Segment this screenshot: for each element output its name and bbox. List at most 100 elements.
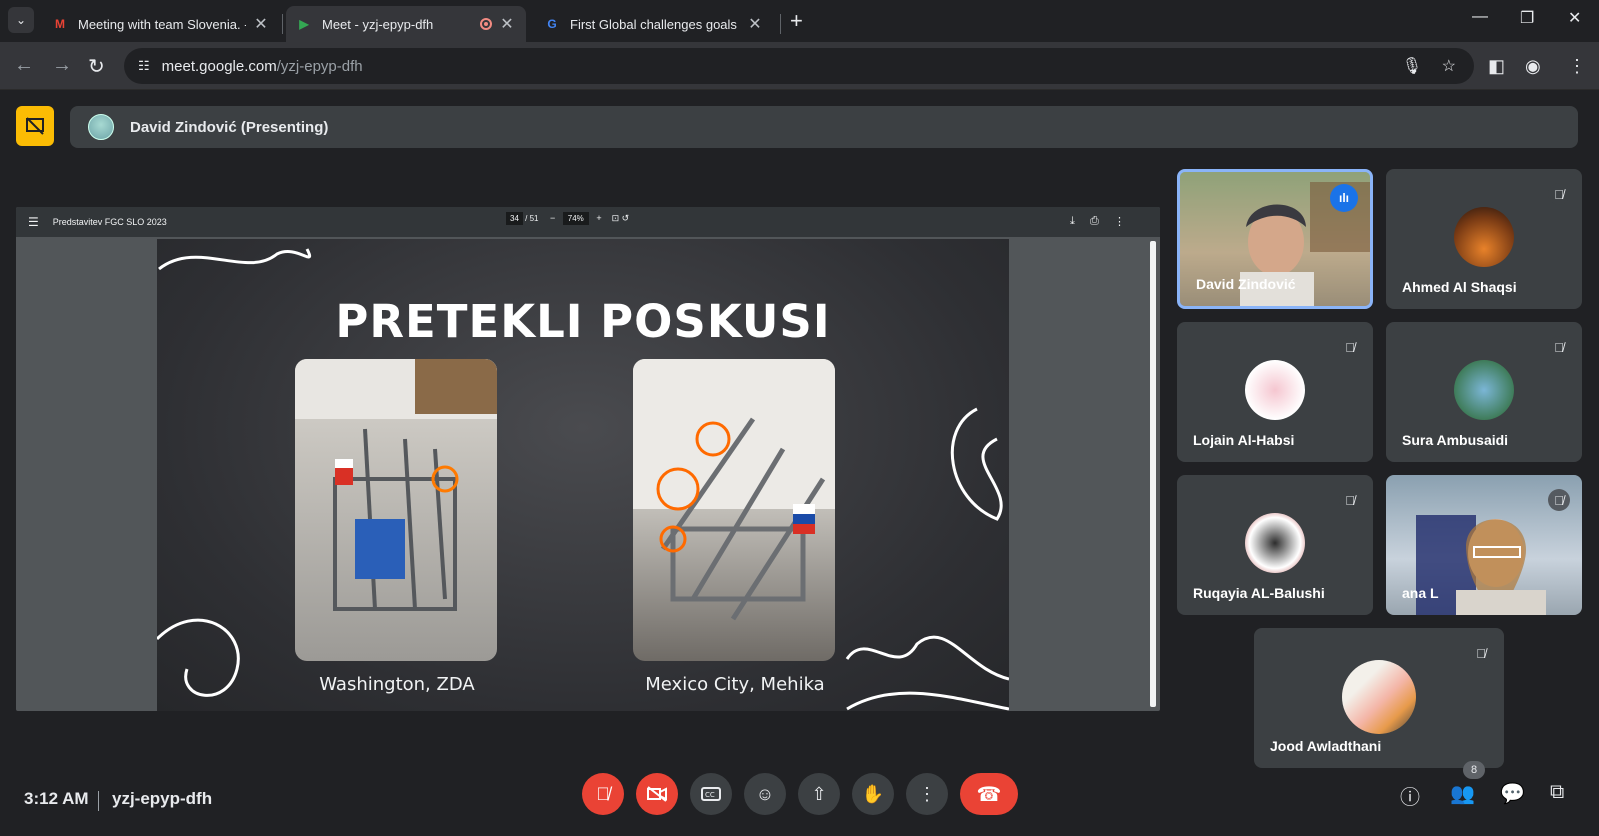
captions-button[interactable]: CC xyxy=(690,773,732,815)
pdf-doc-title: Predstavitev FGC SLO 2023 xyxy=(52,217,167,227)
minimize-icon[interactable]: — xyxy=(1472,8,1488,26)
participant-name: Lojain Al-Habsi xyxy=(1193,432,1295,448)
microphone-toggle-button[interactable]: 🎙̸ xyxy=(582,773,624,815)
meet-icon: ▶ xyxy=(299,17,309,31)
forward-icon[interactable]: → xyxy=(52,54,72,77)
browser-toolbar: ← → ↻ ☷ meet.google.com/yzj-epyp-dfh 🎙 ☆… xyxy=(0,42,1599,90)
back-icon[interactable]: ← xyxy=(14,54,34,77)
new-tab-button[interactable]: + xyxy=(790,8,803,34)
bookmark-star-icon[interactable]: ☆ xyxy=(1442,56,1456,76)
tab-divider xyxy=(282,14,283,34)
people-count-badge: 8 xyxy=(1463,761,1485,779)
rotate-icon[interactable]: ↺ xyxy=(622,213,630,223)
speaking-indicator-icon: ılı xyxy=(1330,184,1358,212)
camera-toggle-button[interactable] xyxy=(636,773,678,815)
participant-tile[interactable]: ılı David Zindović xyxy=(1177,169,1373,309)
participant-name: Jood Awladthani xyxy=(1270,738,1382,754)
chrome-menu-icon[interactable]: ⋮ xyxy=(1568,56,1586,77)
mic-off-icon: 🎙̸ xyxy=(1548,336,1570,358)
participant-avatar xyxy=(1245,360,1305,420)
divider xyxy=(98,791,99,811)
meeting-code: yzj-epyp-dfh xyxy=(112,789,213,808)
restore-icon[interactable]: ❐ xyxy=(1520,8,1534,28)
raise-hand-button[interactable]: ✋ xyxy=(852,773,894,815)
mic-off-icon: 🎙̸ xyxy=(1339,336,1361,358)
pdf-page-indicator[interactable]: 34 / 51 xyxy=(506,212,539,225)
slide: PRETEKLI POSKUSI Washington, ZDA Mexico … xyxy=(157,239,1009,711)
tab-google[interactable]: G First Global challenges goals - C ✕ xyxy=(534,6,774,42)
browser-tab-strip: ⌄ M Meeting with team Slovenia. - j ✕ ▶ … xyxy=(0,0,1599,42)
more-options-button[interactable]: ⋮ xyxy=(906,773,948,815)
mic-off-icon: 🎙̸ xyxy=(1548,183,1570,205)
participant-tile[interactable]: 🎙̸ ana L xyxy=(1386,475,1582,615)
pdf-toolbar: ☰ Predstavitev FGC SLO 2023 34 / 51 − 74… xyxy=(16,207,1160,237)
participant-avatar xyxy=(1454,207,1514,267)
end-call-button[interactable]: ☎ xyxy=(960,773,1018,815)
gmail-icon: M xyxy=(55,17,65,31)
people-icon[interactable]: 👥 xyxy=(1450,781,1475,806)
close-tab-icon[interactable]: ✕ xyxy=(498,14,516,34)
participant-tile[interactable]: 🎙̸ Jood Awladthani xyxy=(1254,628,1504,768)
participant-name: Sura Ambusaidi xyxy=(1402,432,1509,448)
mic-off-icon: 🎙̸ xyxy=(1339,489,1361,511)
presentation-badge-icon[interactable] xyxy=(16,106,54,146)
svg-text:CC: CC xyxy=(705,791,715,799)
meet-stage: David Zindović (Presenting) ☰ Predstavit… xyxy=(0,91,1599,836)
participant-name: Ahmed Al Shaqsi xyxy=(1402,279,1517,295)
microphone-icon[interactable]: 🎙 xyxy=(1402,56,1422,76)
pdf-zoom-value[interactable]: 74% xyxy=(562,212,589,225)
participant-tile[interactable]: 🎙̸ Ahmed Al Shaqsi xyxy=(1386,169,1582,309)
side-panel-icon[interactable]: ◧ xyxy=(1488,56,1505,77)
participant-tile[interactable]: 🎙̸ Ruqayia AL-Balushi xyxy=(1177,475,1373,615)
participant-avatar xyxy=(1245,513,1305,573)
participant-name: ana L xyxy=(1402,585,1439,601)
pdf-page-total: / 51 xyxy=(525,214,539,223)
participant-tile[interactable]: 🎙̸ Sura Ambusaidi xyxy=(1386,322,1582,462)
participant-name: Ruqayia AL-Balushi xyxy=(1193,585,1325,601)
url-path: /yzj-epyp-dfh xyxy=(276,57,363,75)
tab-meet[interactable]: ▶ Meet - yzj-epyp-dfh ✕ xyxy=(286,6,526,42)
participant-name: David Zindović xyxy=(1196,276,1296,292)
mic-off-icon: 🎙̸ xyxy=(1548,489,1570,511)
meeting-info-icon[interactable]: ⓘ xyxy=(1400,781,1420,810)
presenter-avatar xyxy=(88,114,114,140)
activities-icon[interactable]: ⧉ xyxy=(1550,781,1564,804)
robot-photo-mexico xyxy=(633,359,835,661)
close-window-icon[interactable]: ✕ xyxy=(1568,8,1581,28)
pdf-menu-icon[interactable]: ☰ xyxy=(28,215,39,229)
pdf-more-icon[interactable]: ⋮ xyxy=(1114,215,1125,228)
slide-caption-washington: Washington, ZDA xyxy=(319,674,475,695)
presenter-bar[interactable]: David Zindović (Presenting) xyxy=(70,106,1578,148)
fit-page-icon[interactable]: ⊡ xyxy=(612,213,620,223)
tab-title: Meeting with team Slovenia. - j xyxy=(78,16,246,32)
clock: 3:12 AM xyxy=(24,789,89,808)
reload-icon[interactable]: ↻ xyxy=(88,54,105,79)
slide-caption-mexico: Mexico City, Mehika xyxy=(645,674,825,695)
present-screen-button[interactable]: ⇧ xyxy=(798,773,840,815)
tab-title: First Global challenges goals - C xyxy=(570,16,740,32)
zoom-in-icon[interactable]: + xyxy=(596,213,601,223)
profile-icon[interactable]: ◉ xyxy=(1525,56,1541,77)
address-bar[interactable]: ☷ meet.google.com/yzj-epyp-dfh 🎙 ☆ xyxy=(124,48,1474,84)
participant-tile[interactable]: 🎙̸ Lojain Al-Habsi xyxy=(1177,322,1373,462)
tab-divider xyxy=(780,14,781,34)
participant-avatar xyxy=(1342,660,1416,734)
tab-title: Meet - yzj-epyp-dfh xyxy=(322,16,434,32)
shared-pdf-viewer: ☰ Predstavitev FGC SLO 2023 34 / 51 − 74… xyxy=(16,207,1160,711)
close-tab-icon[interactable]: ✕ xyxy=(746,14,764,34)
print-icon[interactable]: ⎙ xyxy=(1090,215,1099,228)
presenter-label: David Zindović (Presenting) xyxy=(130,118,329,136)
site-info-icon[interactable]: ☷ xyxy=(138,58,150,74)
url-host: meet.google.com xyxy=(161,57,277,75)
close-tab-icon[interactable]: ✕ xyxy=(252,14,270,34)
call-controls-bar: 3:12 AM yzj-epyp-dfh 🎙̸ CC ☺ ⇧ ✋ ⋮ ☎ ⓘ 8… xyxy=(0,761,1599,836)
tab-gmail[interactable]: M Meeting with team Slovenia. - j ✕ xyxy=(42,6,280,42)
google-icon: G xyxy=(547,17,557,31)
chat-icon[interactable]: 💬 xyxy=(1500,781,1525,806)
pdf-page-current[interactable]: 34 xyxy=(506,212,523,225)
zoom-out-icon[interactable]: − xyxy=(550,213,555,223)
tab-search-icon[interactable]: ⌄ xyxy=(8,7,34,33)
download-icon[interactable]: ⤓ xyxy=(1070,215,1075,228)
pdf-scrollbar[interactable] xyxy=(1150,241,1156,707)
emoji-reaction-button[interactable]: ☺ xyxy=(744,773,786,815)
